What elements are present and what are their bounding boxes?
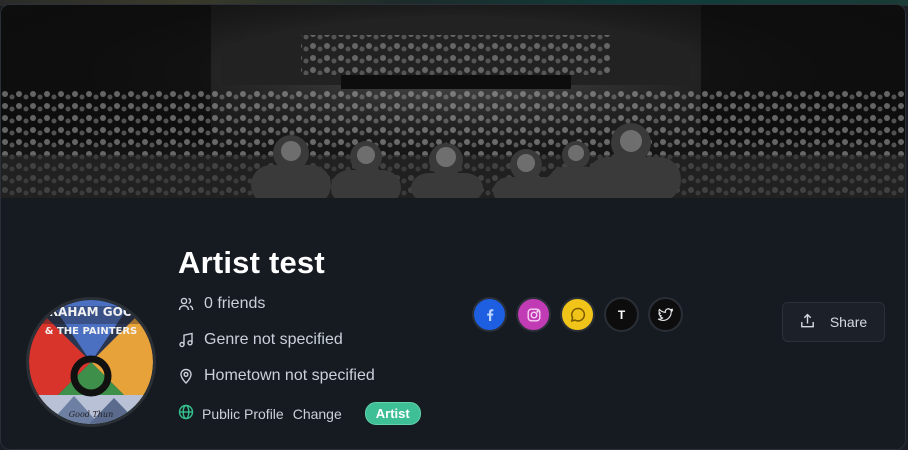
share-label: Share — [829, 314, 868, 330]
genre-text: Genre not specified — [204, 331, 343, 348]
avatar-subtitle-text: & THE PAINTERS — [45, 326, 138, 337]
users-icon — [178, 296, 194, 312]
artist-badge: Artist — [364, 402, 421, 425]
music-note-icon — [178, 332, 194, 348]
t-social-button[interactable]: T — [604, 297, 639, 332]
facebook-icon — [486, 308, 493, 321]
location-pin-icon — [178, 368, 194, 384]
visibility-row: Public Profile Change Artist — [178, 402, 421, 425]
chat-button[interactable] — [560, 297, 595, 332]
hometown-text: Hometown not specified — [204, 367, 375, 384]
friends-count: 0 friends — [204, 295, 266, 312]
hometown-row: Hometown not specified — [178, 367, 375, 385]
social-links: T — [472, 297, 683, 332]
visibility-text: Public Profile — [202, 405, 284, 422]
change-visibility-link[interactable]: Change — [293, 406, 342, 422]
cover-banner-image — [1, 5, 905, 198]
globe-icon — [178, 404, 194, 423]
share-upload-icon — [800, 313, 815, 332]
concert-crowd-photo — [1, 5, 905, 198]
t-letter-icon: T — [617, 307, 626, 322]
chat-bubble-icon — [570, 307, 585, 322]
instagram-button[interactable] — [516, 297, 551, 332]
artist-avatar[interactable]: GRAHAM GOOD & THE PAINTERS Good Thun — [26, 297, 156, 427]
genre-row: Genre not specified — [178, 331, 343, 349]
friends-row: 0 friends — [178, 295, 265, 313]
artist-name-heading: Artist test — [178, 245, 325, 280]
instagram-icon — [527, 308, 541, 322]
twitter-icon — [657, 308, 674, 322]
twitter-button[interactable] — [648, 297, 683, 332]
share-button[interactable]: Share — [782, 302, 885, 342]
band-logo-image: GRAHAM GOOD & THE PAINTERS Good Thun — [29, 300, 153, 424]
avatar-footer-text: Good Thun — [69, 410, 113, 419]
facebook-button[interactable] — [472, 297, 507, 332]
